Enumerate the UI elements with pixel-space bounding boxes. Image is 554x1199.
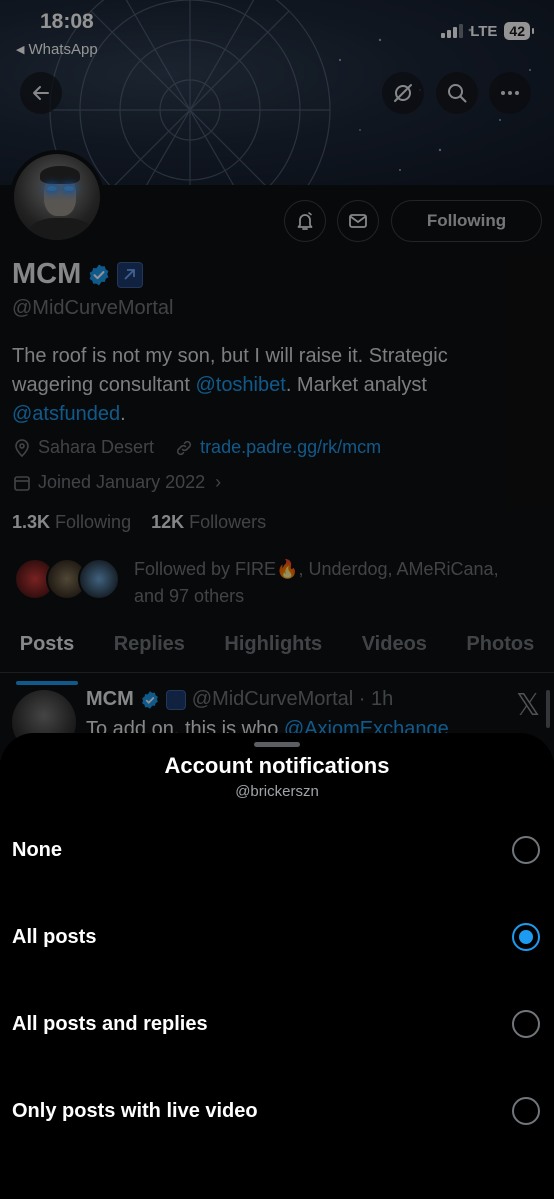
sheet-title: Account notifications [164, 753, 390, 778]
option-label: None [12, 838, 62, 861]
option-all-posts-and-replies[interactable]: All posts and replies [0, 994, 554, 1054]
account-notifications-sheet: Account notifications @brickerszn None A… [0, 733, 554, 1199]
option-all-posts[interactable]: All posts [0, 907, 554, 967]
radio-live-video[interactable] [512, 1097, 540, 1125]
option-label: All posts and replies [12, 1012, 208, 1035]
sheet-subtitle: @brickerszn [235, 783, 319, 800]
radio-none[interactable] [512, 836, 540, 864]
option-live-video[interactable]: Only posts with live video [0, 1081, 554, 1141]
radio-all-posts[interactable] [512, 923, 540, 951]
option-none[interactable]: None [0, 820, 554, 880]
sheet-grabber-handle[interactable] [254, 742, 300, 747]
option-label: All posts [12, 925, 97, 948]
radio-all-posts-and-replies[interactable] [512, 1010, 540, 1038]
option-label: Only posts with live video [12, 1099, 258, 1122]
